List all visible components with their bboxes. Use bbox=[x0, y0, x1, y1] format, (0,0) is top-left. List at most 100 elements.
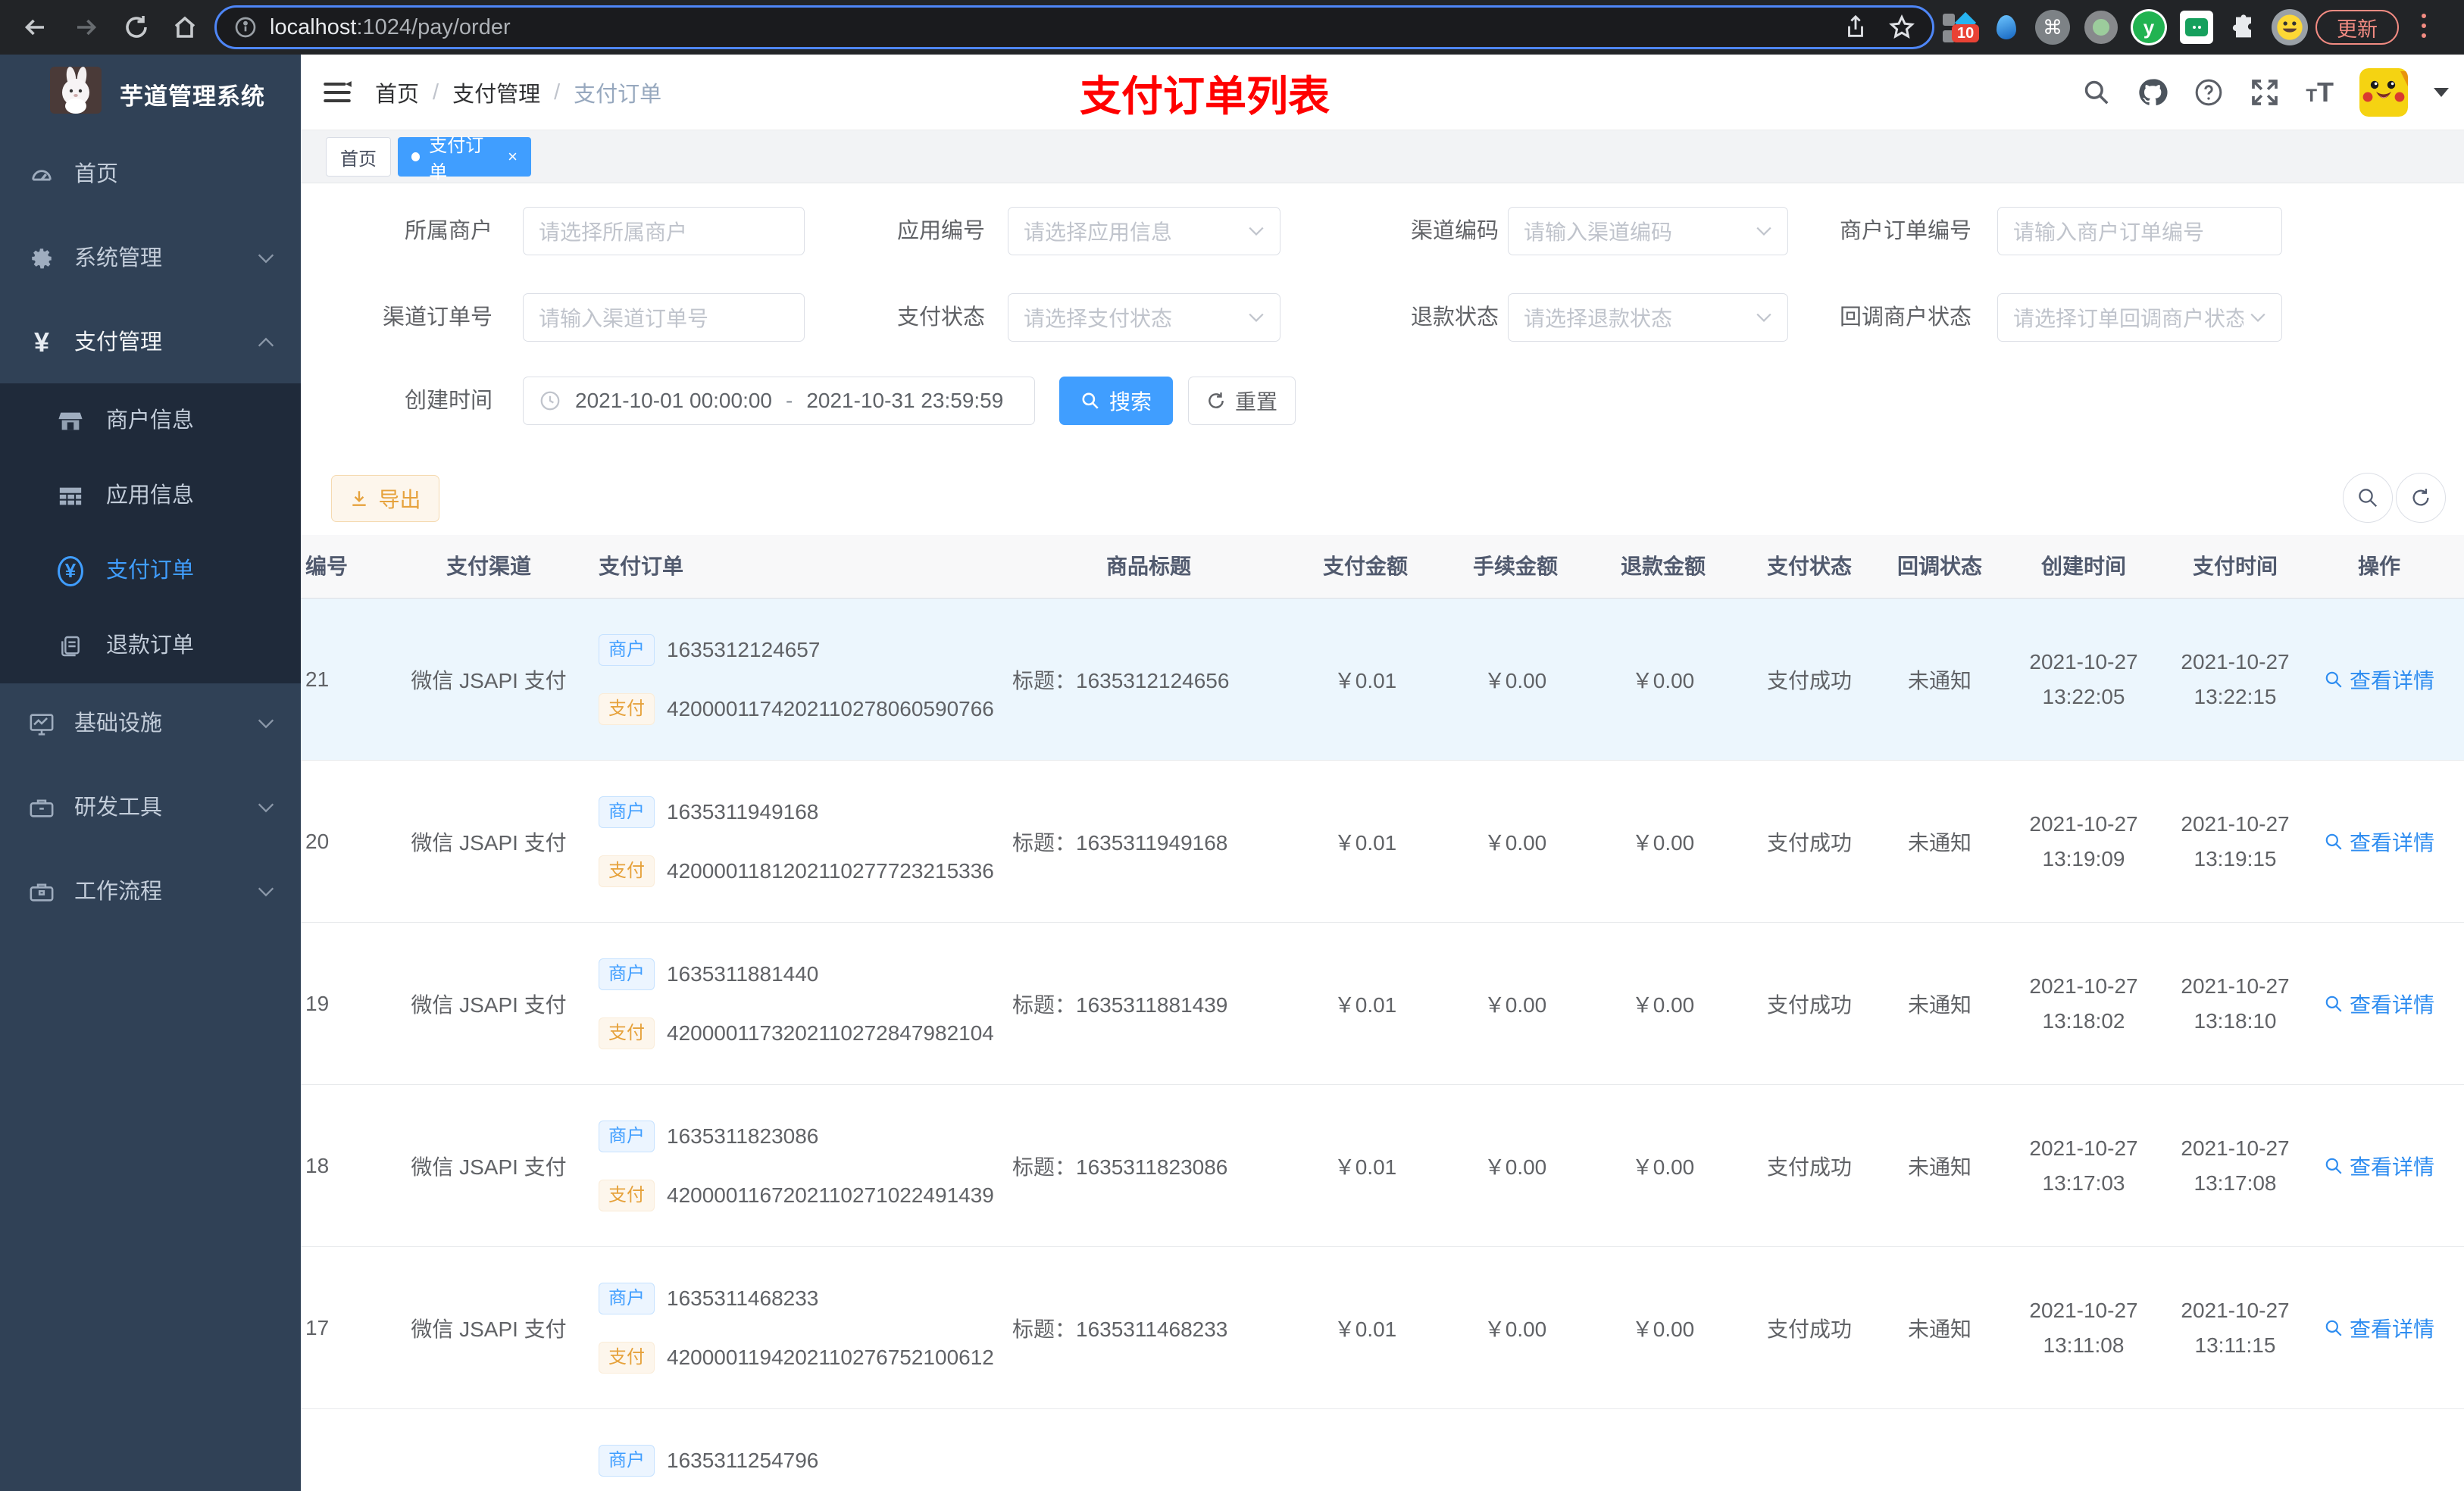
avatar-caret-icon[interactable] bbox=[2434, 88, 2449, 97]
app-select[interactable]: 请选择应用信息 bbox=[1008, 207, 1280, 255]
create-time-range-picker[interactable]: 2021-10-01 00:00:00 - 2021-10-31 23:59:5… bbox=[523, 377, 1035, 425]
pay-channel: 微信 JSAPI 支付 bbox=[411, 669, 567, 692]
tab-home[interactable]: 首页 bbox=[326, 137, 391, 177]
create-time: 2021-10-27 13:18:02 bbox=[2029, 974, 2138, 1033]
yen-circle-icon: ¥ bbox=[58, 555, 83, 586]
sidebar-item-refund-order[interactable]: 退款订单 bbox=[0, 608, 301, 683]
breadcrumb-home[interactable]: 首页 bbox=[375, 77, 419, 108]
toggle-search-button[interactable] bbox=[2343, 473, 2393, 523]
table-header: 编号 支付渠道 支付订单 商品标题 支付金额 手续金额 退款金额 支付状态 回调… bbox=[301, 535, 2464, 599]
reset-button[interactable]: 重置 bbox=[1188, 377, 1296, 425]
url-text[interactable]: localhost:1024/pay/order bbox=[270, 15, 511, 40]
forward-icon[interactable] bbox=[70, 11, 103, 44]
extension-icon-4[interactable] bbox=[2082, 8, 2120, 47]
fee-amount: ￥0.00 bbox=[1484, 1155, 1547, 1179]
channel-pay-no: 4200001181202110277723215336 bbox=[667, 859, 994, 883]
sidebar-item-home[interactable]: 首页 bbox=[0, 132, 301, 217]
col-header-status: 支付状态 bbox=[1766, 555, 1852, 578]
extension-icon-6[interactable] bbox=[2178, 8, 2215, 47]
profile-emoji-icon[interactable] bbox=[2270, 8, 2309, 47]
sidebar-item-workflow[interactable]: 工作流程 bbox=[0, 849, 301, 934]
chevron-down-icon bbox=[1248, 312, 1265, 323]
pay-amount: ￥0.01 bbox=[1334, 831, 1397, 855]
gear-icon bbox=[29, 245, 55, 271]
product-title: 标题：1635311881439 bbox=[1012, 993, 1228, 1017]
notify-status-select[interactable]: 请选择订单回调商户状态 bbox=[1997, 293, 2282, 342]
pay-amount: ￥0.01 bbox=[1334, 993, 1397, 1017]
refund-status-select[interactable]: 请选择退款状态 bbox=[1508, 293, 1788, 342]
tab-close-icon[interactable]: × bbox=[508, 147, 518, 167]
extension-icon-3[interactable]: ⌘ bbox=[2034, 8, 2072, 47]
channel-pay-no: 4200001174202110278060590766 bbox=[667, 697, 994, 720]
channel-order-no-input[interactable]: 请输入渠道订单号 bbox=[523, 293, 805, 342]
export-button[interactable]: 导出 bbox=[331, 475, 439, 522]
table-row[interactable]: 18 微信 JSAPI 支付 商户 1635311823086 支付 4200001… bbox=[301, 1085, 2464, 1247]
merchant-tag: 商户 bbox=[599, 796, 655, 828]
breadcrumb-section[interactable]: 支付管理 bbox=[452, 77, 540, 108]
view-detail-link[interactable]: 查看详情 bbox=[2303, 1085, 2455, 1247]
sidebar-item-merchant-info[interactable]: 商户信息 bbox=[0, 383, 301, 458]
user-avatar[interactable] bbox=[2359, 68, 2408, 117]
address-bar[interactable]: localhost:1024/pay/order bbox=[214, 5, 1934, 49]
chevron-down-icon bbox=[257, 253, 275, 264]
browser-update-button[interactable]: 更新 bbox=[2315, 10, 2399, 45]
back-icon[interactable] bbox=[18, 11, 52, 44]
view-detail-label: 查看详情 bbox=[2349, 1318, 2434, 1341]
bookmark-star-icon[interactable] bbox=[1888, 14, 1915, 41]
pay-time: 2021-10-27 13:22:15 bbox=[2181, 650, 2290, 708]
share-icon[interactable] bbox=[1843, 14, 1868, 40]
home-icon[interactable] bbox=[168, 11, 202, 44]
view-detail-link[interactable]: 查看详情 bbox=[2303, 1247, 2455, 1409]
reload-icon[interactable] bbox=[120, 11, 153, 44]
view-detail-label: 查看详情 bbox=[2349, 1155, 2434, 1179]
pay-order-cell: 商户 1635312124657 支付 4200001174202110278060… bbox=[599, 599, 1038, 761]
extension-icon-2[interactable] bbox=[1990, 8, 2023, 47]
table-row[interactable]: 21 微信 JSAPI 支付 商户 1635312124657 支付 4200001… bbox=[301, 599, 2464, 761]
filter-label-create-time: 创建时间 bbox=[404, 389, 492, 413]
search-icon[interactable] bbox=[2081, 77, 2112, 108]
view-detail-link[interactable]: 查看详情 bbox=[2303, 761, 2455, 923]
extension-icon-1[interactable]: 10 bbox=[1938, 8, 1984, 47]
sidebar-item-label: 研发工具 bbox=[74, 796, 163, 820]
tab-pay-order[interactable]: 支付订单 × bbox=[398, 136, 531, 183]
extension-icon-5[interactable]: y bbox=[2129, 8, 2169, 47]
search-button[interactable]: 搜索 bbox=[1059, 377, 1173, 425]
pay-time: 2021-10-27 13:17:08 bbox=[2181, 1136, 2290, 1195]
pay-status-select[interactable]: 请选择支付状态 bbox=[1008, 293, 1280, 342]
sidebar-item-infra[interactable]: 基础设施 bbox=[0, 681, 301, 766]
help-icon[interactable] bbox=[2194, 77, 2224, 108]
refresh-button[interactable] bbox=[2396, 473, 2446, 523]
notify-status: 未通知 bbox=[1907, 1318, 1972, 1341]
table-row[interactable]: 17 微信 JSAPI 支付 商户 1635311468233 支付 4200001… bbox=[301, 1247, 2464, 1409]
font-size-icon[interactable]: TT bbox=[2306, 77, 2334, 108]
pay-order-cell: 商户 1635311254796 bbox=[599, 1409, 1038, 1491]
product-title: 标题：1635311823086 bbox=[1012, 1155, 1228, 1179]
sidebar-item-pay-order[interactable]: ¥ 支付订单 bbox=[0, 533, 301, 608]
merchant-order-no-input[interactable]: 请输入商户订单编号 bbox=[1997, 207, 2282, 255]
merchant-order-no: 1635311823086 bbox=[667, 1124, 819, 1148]
fullscreen-icon[interactable] bbox=[2250, 77, 2280, 108]
github-icon[interactable] bbox=[2137, 77, 2168, 108]
notify-status: 未通知 bbox=[1907, 1155, 1972, 1179]
table-row[interactable]: 19 微信 JSAPI 支付 商户 1635311881440 支付 4200001… bbox=[301, 923, 2464, 1085]
view-detail-link[interactable]: 查看详情 bbox=[2303, 599, 2455, 761]
extensions-puzzle-icon[interactable] bbox=[2225, 8, 2262, 47]
sidebar-item-app-info[interactable]: 应用信息 bbox=[0, 458, 301, 533]
pay-order-cell: 商户 1635311949168 支付 4200001181202110277723… bbox=[599, 761, 1038, 923]
pay-status: 支付成功 bbox=[1766, 1318, 1852, 1341]
sidebar-fold-icon[interactable] bbox=[321, 76, 354, 109]
pay-tag: 支付 bbox=[599, 1180, 655, 1211]
site-info-icon[interactable] bbox=[233, 15, 258, 39]
channel-code-select[interactable]: 请输入渠道编码 bbox=[1508, 207, 1788, 255]
table-row[interactable]: 商户 1635311254796 bbox=[301, 1409, 2464, 1491]
sidebar-item-pay[interactable]: ¥ 支付管理 bbox=[0, 300, 301, 385]
table-row[interactable]: 20 微信 JSAPI 支付 商户 1635311949168 支付 4200001… bbox=[301, 761, 2464, 923]
col-header-create-time: 创建时间 bbox=[2040, 555, 2126, 578]
browser-menu-icon[interactable] bbox=[2422, 14, 2426, 38]
sidebar-item-dev-tools[interactable]: 研发工具 bbox=[0, 765, 301, 850]
merchant-select[interactable]: 请选择所属商户 bbox=[523, 207, 805, 255]
document-icon bbox=[58, 633, 83, 659]
notify-status: 未通知 bbox=[1907, 831, 1972, 855]
sidebar-item-system[interactable]: 系统管理 bbox=[0, 216, 301, 301]
view-detail-link[interactable]: 查看详情 bbox=[2303, 923, 2455, 1085]
